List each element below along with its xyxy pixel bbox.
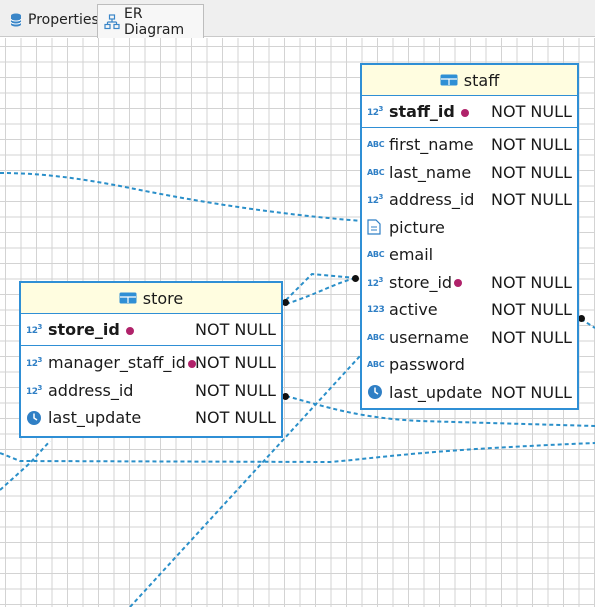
column-nullability: NOT NULL xyxy=(195,320,276,339)
column-name-wrap: staff_id xyxy=(389,102,469,121)
tab-label: Properties xyxy=(28,12,99,28)
column-name: manager_staff_id xyxy=(48,353,186,373)
column-row[interactable]: 123 address_id NOT NULL xyxy=(21,377,281,405)
relationship-line xyxy=(285,272,357,301)
column-row[interactable]: 123 store_id NOT NULL xyxy=(362,269,577,297)
column-name: last_update xyxy=(389,382,483,402)
text-icon: ABC xyxy=(367,250,385,260)
relationship-line xyxy=(0,172,363,222)
table-icon xyxy=(440,74,458,86)
column-name: store_id xyxy=(389,272,453,292)
column-row[interactable]: 123 manager_staff_id NOT NULL xyxy=(21,349,281,377)
er-diagram-icon xyxy=(104,13,120,30)
binary-icon xyxy=(367,219,385,235)
column-nullability: NOT NULL xyxy=(195,353,276,373)
tab-properties[interactable]: Properties xyxy=(2,3,99,37)
column-name-wrap: manager_staff_id xyxy=(48,353,196,372)
column-nullability: NOT NULL xyxy=(491,190,572,210)
key-dot-icon xyxy=(460,108,469,117)
column-name: last_update xyxy=(48,408,142,428)
tab-label: ER Diagram xyxy=(124,5,185,38)
column-nullability: NOT NULL xyxy=(195,380,276,400)
tab-er-diagram[interactable]: ER Diagram xyxy=(97,4,204,38)
column-nullability: NOT NULL xyxy=(491,135,572,155)
column-name: picture xyxy=(389,217,445,237)
column-name: address_id xyxy=(48,380,134,400)
column-nullability: NOT NULL xyxy=(491,162,572,182)
numeric-key-icon: 123 xyxy=(367,105,383,118)
relationship-line xyxy=(0,442,595,464)
column-name: last_name xyxy=(389,162,472,182)
column-row[interactable]: last_update NOT NULL xyxy=(21,404,281,432)
database-icon xyxy=(8,12,24,28)
column-name: staff_id xyxy=(389,102,455,121)
text-icon: ABC xyxy=(367,332,385,342)
column-nullability: NOT NULL xyxy=(491,102,572,121)
connector-dot xyxy=(282,393,289,400)
numeric-key-icon: 123 xyxy=(26,383,42,397)
connector-dot xyxy=(282,299,289,306)
numeric-key-icon: 123 xyxy=(367,193,383,207)
column-row[interactable]: 123 active NOT NULL xyxy=(362,296,577,324)
text-icon: ABC xyxy=(367,167,385,177)
column-nullability: NOT NULL xyxy=(491,272,572,292)
numeric-key-icon: 123 xyxy=(367,275,383,289)
entity-title: staff xyxy=(463,70,500,90)
column-nullability: NOT NULL xyxy=(491,327,572,347)
column-name: email xyxy=(389,245,434,265)
numeric-key-icon: 123 xyxy=(26,356,42,370)
column-row[interactable]: ABC first_name NOT NULL xyxy=(362,131,577,159)
column-row[interactable]: ABC username NOT NULL xyxy=(362,324,577,352)
numeric-key-icon: 123 xyxy=(26,323,42,336)
key-dot-icon xyxy=(125,326,134,335)
text-icon: ABC xyxy=(367,360,385,370)
column-name-wrap: store_id xyxy=(48,320,134,339)
clock-icon xyxy=(367,384,385,400)
key-dot-icon xyxy=(454,279,463,288)
connector-dot xyxy=(352,275,359,282)
relationship-line xyxy=(0,440,51,491)
entity-header: staff xyxy=(362,65,577,96)
column-row[interactable]: ABC last_name NOT NULL xyxy=(362,159,577,187)
column-name-wrap: store_id xyxy=(389,272,463,292)
column-name: password xyxy=(389,355,465,375)
column-nullability: NOT NULL xyxy=(195,408,276,428)
column-name: active xyxy=(389,300,438,320)
entity-store[interactable]: store 123 store_id NOT NULL 123 manager_… xyxy=(19,281,283,438)
entity-staff[interactable]: staff 123 staff_id NOT NULL ABC first_na… xyxy=(360,63,579,410)
column-row[interactable]: 123 store_id NOT NULL xyxy=(21,314,281,346)
column-nullability: NOT NULL xyxy=(491,382,572,402)
column-row[interactable]: 123 address_id NOT NULL xyxy=(362,186,577,214)
column-name: first_name xyxy=(389,135,474,155)
column-row[interactable]: ABC password xyxy=(362,351,577,379)
entity-header: store xyxy=(21,283,281,314)
table-icon xyxy=(119,292,137,304)
column-name: username xyxy=(389,327,469,347)
column-row[interactable]: picture xyxy=(362,214,577,242)
editor-tab-bar: Properties ER Diagram xyxy=(0,0,595,38)
column-row[interactable]: 123 staff_id NOT NULL xyxy=(362,96,577,128)
column-name: address_id xyxy=(389,190,475,210)
column-name: store_id xyxy=(48,320,120,339)
column-row[interactable]: ABC email xyxy=(362,241,577,269)
column-nullability: NOT NULL xyxy=(491,300,572,320)
numeric-icon: 123 xyxy=(367,304,385,315)
column-row[interactable]: last_update NOT NULL xyxy=(362,379,577,407)
clock-icon xyxy=(26,410,44,426)
relationship-line xyxy=(285,277,357,305)
text-icon: ABC xyxy=(367,140,385,150)
connector-dot xyxy=(578,315,585,322)
entity-title: store xyxy=(142,288,184,308)
